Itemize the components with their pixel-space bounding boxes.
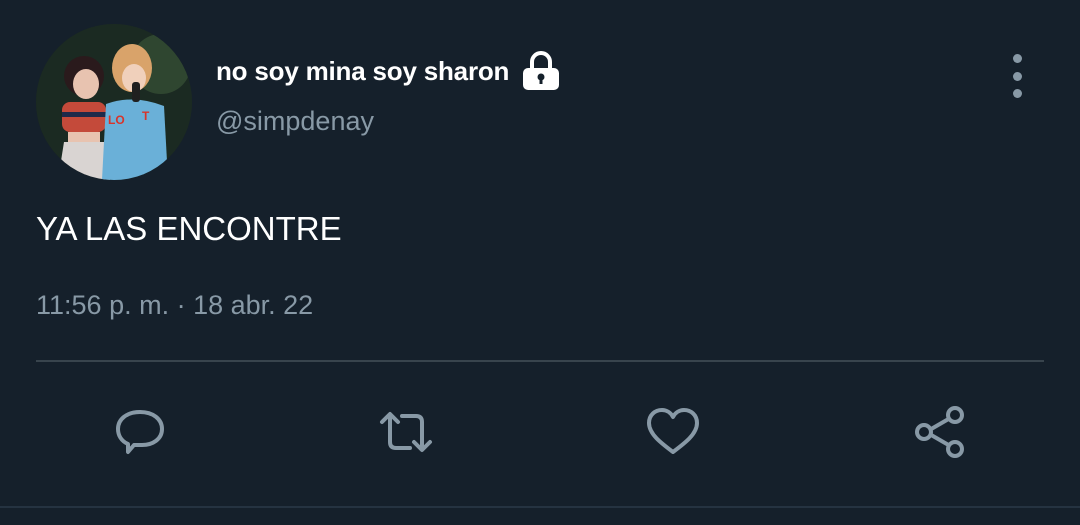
tweet-timestamp[interactable]: 11:56 p. m. · 18 abr. 22 [36, 290, 313, 321]
user-handle[interactable]: @simpdenay [216, 106, 374, 137]
more-vertical-icon[interactable] [1000, 54, 1034, 98]
display-name[interactable]: no soy mina soy sharon [216, 56, 509, 87]
svg-text:T: T [142, 109, 150, 123]
like-button[interactable] [641, 400, 705, 464]
heart-icon [647, 408, 699, 454]
retweet-button[interactable] [374, 400, 438, 464]
svg-text:LO: LO [108, 113, 125, 127]
reply-icon [116, 410, 164, 454]
share-icon [915, 406, 964, 458]
tweet-text: YA LAS ENCONTRE [36, 210, 342, 247]
lock-icon [519, 49, 563, 93]
retweet-icon [380, 412, 432, 452]
avatar-photo: LO T [36, 24, 192, 180]
share-button[interactable] [908, 400, 972, 464]
more-dot [1012, 54, 1022, 63]
avatar[interactable]: LO T [36, 24, 192, 180]
bottom-divider [0, 506, 1080, 508]
divider [36, 360, 1044, 362]
reply-button[interactable] [108, 400, 172, 464]
display-name-row: no soy mina soy sharon [216, 40, 563, 102]
tweet-detail: LO T no soy mina soy sharon @simpdenay Y… [0, 0, 1080, 525]
more-dot [1012, 71, 1022, 81]
more-dot [1012, 89, 1022, 98]
